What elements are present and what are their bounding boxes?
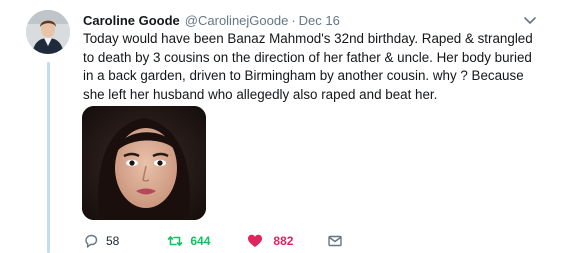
tweet-header: Caroline Goode @CarolinejGoode · Dec 16 [83, 11, 553, 29]
tweet-date[interactable]: Dec 16 [299, 13, 340, 28]
avatar-image [26, 10, 70, 54]
retweet-icon [168, 236, 183, 246]
reply-icon [85, 234, 98, 248]
tweet-actions: 58 644 882 [83, 231, 343, 251]
avatar[interactable] [26, 10, 70, 54]
heart-icon [248, 234, 263, 247]
tweet-text: Today would have been Banaz Mahmod's 32n… [83, 31, 533, 102]
direct-message-button[interactable] [327, 233, 343, 249]
portrait-photo [82, 106, 206, 220]
tweet-media-photo[interactable] [82, 106, 206, 220]
like-count: 882 [273, 234, 294, 248]
retweet-count: 644 [190, 234, 211, 248]
like-button[interactable]: 882 [247, 233, 293, 249]
author-name[interactable]: Caroline Goode [83, 13, 180, 28]
separator-dot: · [291, 12, 296, 28]
envelope-icon [328, 235, 343, 247]
reply-button[interactable]: 58 [83, 233, 119, 249]
author-handle[interactable]: @CarolinejGoode [185, 13, 289, 28]
more-options-chevron-icon[interactable] [521, 11, 539, 29]
reply-count: 58 [106, 234, 120, 248]
thread-line [47, 62, 50, 253]
retweet-button[interactable]: 644 [167, 233, 210, 249]
